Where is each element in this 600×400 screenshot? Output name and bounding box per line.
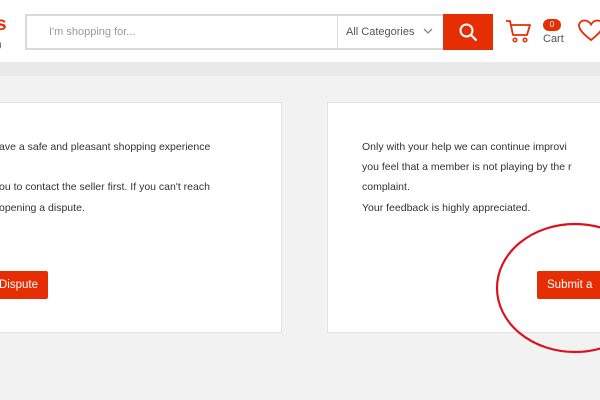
annotation-circle (495, 222, 600, 354)
